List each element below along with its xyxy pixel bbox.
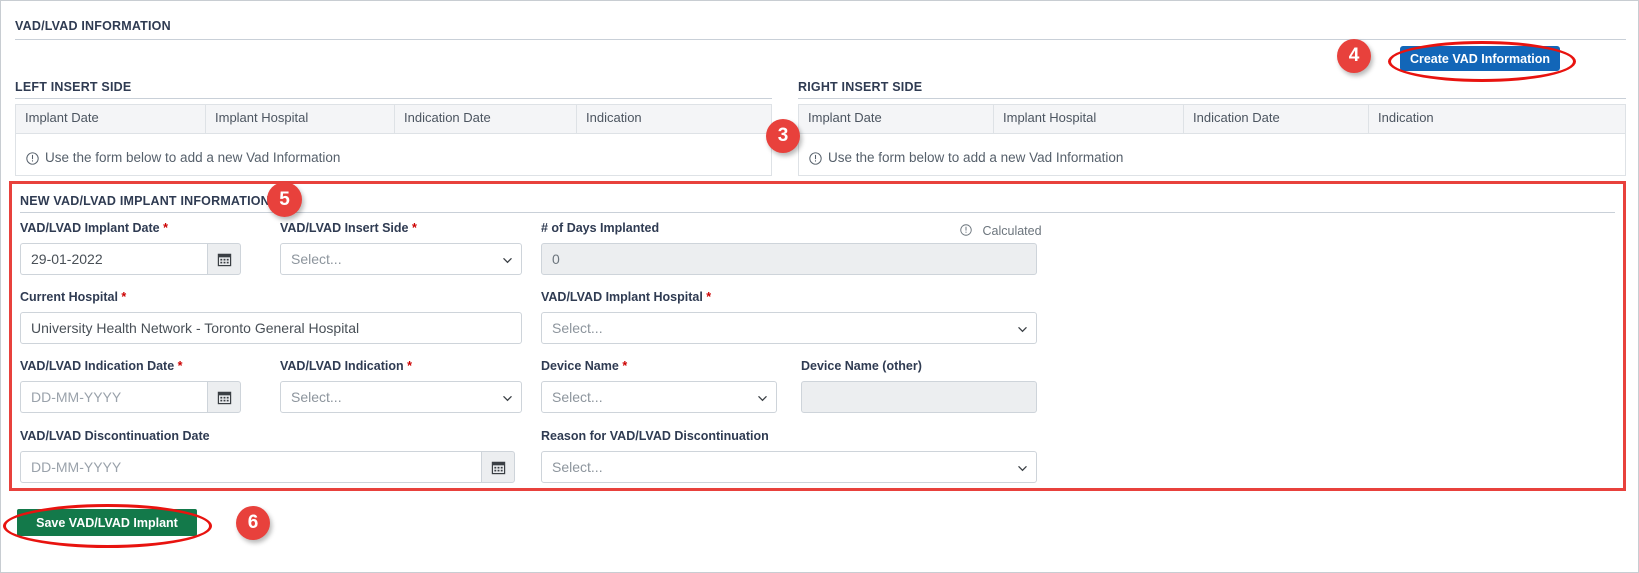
- implant-hospital-select[interactable]: Select...: [541, 312, 1037, 344]
- label-discontinuation-date: VAD/LVAD Discontinuation Date: [20, 429, 210, 443]
- annotation-badge-3: 3: [766, 119, 800, 153]
- label-days-implanted: # of Days Implanted: [541, 221, 659, 235]
- column-header-indication-date: Indication Date: [395, 105, 577, 133]
- insert-side-select[interactable]: Select...: [280, 243, 522, 275]
- column-header-implant-hospital: Implant Hospital: [994, 105, 1184, 133]
- chevron-down-icon: [503, 256, 512, 265]
- label-text: VAD/LVAD Indication Date: [20, 359, 174, 373]
- calendar-icon: [217, 390, 232, 405]
- calculated-note-text: Calculated: [982, 224, 1041, 238]
- right-insert-side-table: Implant Date Implant Hospital Indication…: [798, 104, 1626, 176]
- label-text: VAD/LVAD Indication: [280, 359, 404, 373]
- discontinuation-date-input[interactable]: DD-MM-YYYY: [20, 451, 481, 483]
- left-insert-side-table: Implant Date Implant Hospital Indication…: [15, 104, 772, 176]
- label-text: VAD/LVAD Implant Hospital: [541, 290, 703, 304]
- indication-date-calendar-button[interactable]: [207, 381, 241, 413]
- chevron-down-icon: [758, 394, 767, 403]
- implant-date-input[interactable]: 29-01-2022: [20, 243, 207, 275]
- info-icon: [960, 224, 973, 237]
- table-empty-message: Use the form below to add a new Vad Info…: [45, 150, 340, 165]
- save-vad-implant-button[interactable]: Save VAD/LVAD Implant: [17, 509, 197, 536]
- discontinuation-date-calendar-button[interactable]: [481, 451, 515, 483]
- label-device-name: Device Name *: [541, 359, 627, 373]
- column-header-implant-date: Implant Date: [799, 105, 994, 133]
- new-vad-implant-form-panel: NEW VAD/LVAD IMPLANT INFORMATION VAD/LVA…: [9, 181, 1626, 491]
- chevron-down-icon: [1018, 325, 1027, 334]
- column-header-indication: Indication: [577, 105, 771, 133]
- form-title: NEW VAD/LVAD IMPLANT INFORMATION: [20, 194, 270, 208]
- required-marker: *: [412, 221, 417, 235]
- left-insert-side-rule: [15, 98, 772, 99]
- device-name-other-input: [801, 381, 1037, 413]
- label-device-name-other: Device Name (other): [801, 359, 922, 373]
- label-text: Current Hospital: [20, 290, 118, 304]
- table-header-row: Implant Date Implant Hospital Indication…: [16, 105, 771, 134]
- info-icon: [809, 152, 822, 165]
- label-insert-side: VAD/LVAD Insert Side *: [280, 221, 417, 235]
- implant-date-calendar-button[interactable]: [207, 243, 241, 275]
- insert-side-value: Select...: [291, 251, 342, 267]
- label-implant-date: VAD/LVAD Implant Date *: [20, 221, 168, 235]
- indication-select[interactable]: Select...: [280, 381, 522, 413]
- info-icon: [26, 152, 39, 165]
- calendar-icon: [491, 460, 506, 475]
- label-indication-date: VAD/LVAD Indication Date *: [20, 359, 183, 373]
- annotation-badge-6: 6: [236, 506, 270, 540]
- table-empty-message-row: Use the form below to add a new Vad Info…: [799, 134, 1625, 180]
- current-hospital-input[interactable]: University Health Network - Toronto Gene…: [20, 312, 522, 344]
- chevron-down-icon: [503, 394, 512, 403]
- required-marker: *: [121, 290, 126, 304]
- device-name-value: Select...: [552, 389, 603, 405]
- right-insert-side-title: RIGHT INSERT SIDE: [798, 80, 922, 94]
- required-marker: *: [622, 359, 627, 373]
- column-header-implant-hospital: Implant Hospital: [206, 105, 395, 133]
- column-header-indication: Indication: [1369, 105, 1625, 133]
- label-implant-hospital: VAD/LVAD Implant Hospital *: [541, 290, 711, 304]
- label-text: VAD/LVAD Insert Side: [280, 221, 409, 235]
- annotation-badge-5: 5: [267, 182, 302, 217]
- table-empty-message: Use the form below to add a new Vad Info…: [828, 150, 1123, 165]
- label-text: VAD/LVAD Implant Date: [20, 221, 160, 235]
- page-title-rule: [15, 39, 1626, 40]
- table-header-row: Implant Date Implant Hospital Indication…: [799, 105, 1625, 134]
- column-header-implant-date: Implant Date: [16, 105, 206, 133]
- label-indication: VAD/LVAD Indication *: [280, 359, 412, 373]
- create-vad-information-button[interactable]: Create VAD Information: [1400, 46, 1560, 71]
- required-marker: *: [163, 221, 168, 235]
- label-current-hospital: Current Hospital *: [20, 290, 126, 304]
- required-marker: *: [178, 359, 183, 373]
- required-marker: *: [706, 290, 711, 304]
- table-empty-message-row: Use the form below to add a new Vad Info…: [16, 134, 771, 180]
- indication-date-input[interactable]: DD-MM-YYYY: [20, 381, 207, 413]
- left-insert-side-title: LEFT INSERT SIDE: [15, 80, 131, 94]
- annotation-badge-4: 4: [1337, 39, 1371, 73]
- right-insert-side-rule: [798, 98, 1626, 99]
- chevron-down-icon: [1018, 464, 1027, 473]
- vad-lvad-information-page: VAD/LVAD INFORMATION Create VAD Informat…: [0, 0, 1639, 573]
- indication-value: Select...: [291, 389, 342, 405]
- discontinuation-reason-value: Select...: [552, 459, 603, 475]
- required-marker: *: [407, 359, 412, 373]
- discontinuation-reason-select[interactable]: Select...: [541, 451, 1037, 483]
- column-header-indication-date: Indication Date: [1184, 105, 1369, 133]
- days-implanted-input: 0: [541, 243, 1037, 275]
- label-discontinuation-reason: Reason for VAD/LVAD Discontinuation: [541, 429, 769, 443]
- implant-hospital-value: Select...: [552, 320, 603, 336]
- page-title: VAD/LVAD INFORMATION: [15, 19, 171, 33]
- discontinuation-date-field[interactable]: DD-MM-YYYY: [20, 451, 515, 483]
- label-text: Device Name: [541, 359, 619, 373]
- indication-date-field[interactable]: DD-MM-YYYY: [20, 381, 241, 413]
- calculated-note: Calculated: [960, 223, 1042, 238]
- device-name-select[interactable]: Select...: [541, 381, 777, 413]
- form-title-rule: [20, 212, 1615, 213]
- calendar-icon: [217, 252, 232, 267]
- implant-date-field[interactable]: 29-01-2022: [20, 243, 241, 275]
